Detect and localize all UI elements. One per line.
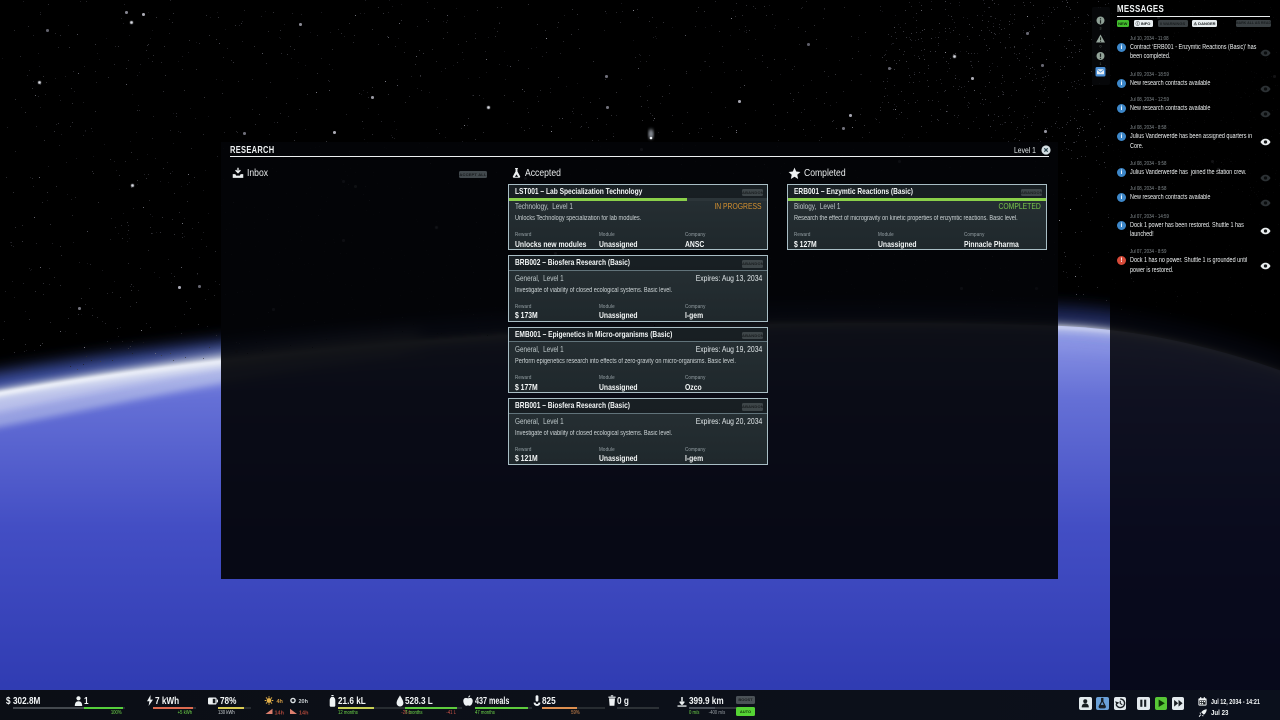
- svg-text:20h: 20h: [299, 699, 309, 705]
- svg-text:3: 3: [1100, 27, 1102, 31]
- svg-text:14h: 14h: [275, 711, 285, 716]
- svg-text:0: 0: [1100, 45, 1102, 49]
- svg-text:14h: 14h: [299, 711, 309, 716]
- svg-text:4h: 4h: [277, 699, 284, 705]
- svg-text:1: 1: [1100, 62, 1102, 66]
